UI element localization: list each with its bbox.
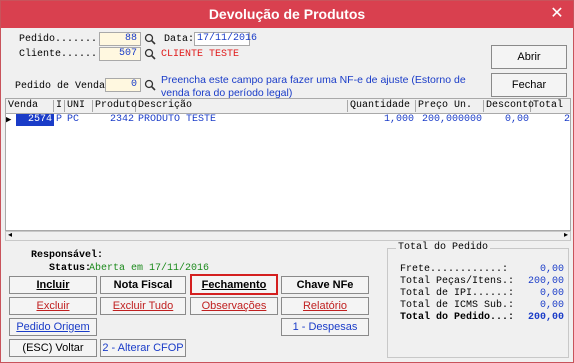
cell-preco[interactable]: 200,000000 <box>416 114 482 126</box>
cell-total[interactable]: 20 <box>531 114 570 126</box>
relatorio-button[interactable]: Relatório <box>281 297 369 315</box>
cell-quantidade[interactable]: 1,000 <box>348 114 414 126</box>
col-desconto[interactable]: Desconto <box>484 100 534 112</box>
nota-fiscal-button[interactable]: Nota Fiscal <box>100 276 186 294</box>
pedido-origem-button[interactable]: Pedido Origem <box>9 318 97 336</box>
horizontal-scrollbar[interactable]: ◂ ▸ <box>5 230 571 241</box>
despesas-button[interactable]: 1 - Despesas <box>281 318 369 336</box>
total-icms-value: 0,00 <box>539 300 564 311</box>
cliente-name: CLIENTE TESTE <box>161 49 240 60</box>
col-preco[interactable]: Preço Un. <box>416 100 484 112</box>
col-venda[interactable]: Venda <box>6 100 54 112</box>
total-pedido-label: Total do Pedido...: <box>400 312 515 323</box>
pedido-venda-label: Pedido de Venda: <box>15 81 112 92</box>
data-input[interactable]: 17/11/2016 <box>194 32 257 46</box>
table-row[interactable]: ▶ 2574 P PC 2342 PRODUTO TESTE 1,000 200… <box>6 114 570 126</box>
status-label: Status: <box>49 263 92 274</box>
grid-header: Venda I UNI Produto Descrição Quantidade… <box>6 99 570 114</box>
abrir-button[interactable]: Abrir <box>491 45 567 69</box>
items-grid[interactable]: Venda I UNI Produto Descrição Quantidade… <box>5 98 571 231</box>
incluir-button[interactable]: Incluir <box>9 276 97 294</box>
cell-i[interactable]: P <box>56 114 66 126</box>
col-descricao[interactable]: Descrição <box>136 100 348 112</box>
data-label: Data: <box>164 34 195 45</box>
voltar-button[interactable]: (ESC) Voltar <box>9 339 97 357</box>
total-pedido-box: Total do Pedido Frete............: 0,00 … <box>387 242 569 358</box>
pedido-input[interactable]: 88 <box>99 32 141 46</box>
total-pedido-title: Total do Pedido <box>396 242 491 253</box>
responsavel-label: Responsável: <box>31 250 104 261</box>
window-title: Devolução de Produtos <box>208 6 366 22</box>
status-value: Aberta em 17/11/2016 <box>89 263 210 274</box>
observacoes-button[interactable]: Observações <box>190 297 278 315</box>
chave-nfe-button[interactable]: Chave NFe <box>281 276 369 294</box>
cell-uni[interactable]: PC <box>67 114 93 126</box>
col-uni[interactable]: UNI <box>65 100 93 112</box>
title-bar: Devolução de Produtos ✕ <box>1 1 573 28</box>
col-produto[interactable]: Produto <box>93 100 137 112</box>
pedido-venda-input[interactable]: 0 <box>105 78 141 92</box>
total-icms-label: Total de ICMS Sub.: <box>400 300 515 311</box>
cell-desconto[interactable]: 0,00 <box>484 114 529 126</box>
search-icon[interactable] <box>144 79 156 91</box>
excluir-button[interactable]: Excluir <box>9 297 97 315</box>
col-i[interactable]: I <box>54 100 65 112</box>
total-pecas-label: Total Peças/Itens.: <box>400 276 515 287</box>
cliente-input[interactable]: 507 <box>99 47 141 61</box>
scroll-left-icon[interactable]: ◂ <box>8 230 12 239</box>
col-quantidade[interactable]: Quantidade <box>348 100 416 112</box>
frete-value: 0,00 <box>539 264 564 275</box>
excluir-tudo-button[interactable]: Excluir Tudo <box>100 297 186 315</box>
cliente-label: Cliente.......: <box>19 49 110 60</box>
alterar-cfop-button[interactable]: 2 - Alterar CFOP <box>100 339 186 357</box>
cell-venda[interactable]: 2574 <box>16 114 54 126</box>
frete-label: Frete............: <box>400 264 509 275</box>
devolucao-window: Devolução de Produtos ✕ Pedido........: … <box>0 0 574 363</box>
scroll-right-icon[interactable]: ▸ <box>564 230 568 239</box>
search-icon[interactable] <box>144 48 156 60</box>
fechar-button[interactable]: Fechar <box>491 73 567 97</box>
fechamento-button[interactable]: Fechamento <box>190 274 278 295</box>
total-ipi-label: Total de IPI......: <box>400 288 515 299</box>
col-total[interactable]: Total <box>531 100 570 112</box>
pedido-label: Pedido........: <box>19 34 110 45</box>
close-icon[interactable]: ✕ <box>547 4 567 24</box>
pedido-venda-hint: Preencha este campo para fazer uma NF-e … <box>161 74 466 99</box>
cell-descricao[interactable]: PRODUTO TESTE <box>138 114 348 126</box>
total-pedido-value: 200,00 <box>527 312 564 323</box>
total-ipi-value: 0,00 <box>539 288 564 299</box>
row-pointer-icon: ▶ <box>6 115 12 125</box>
total-pecas-value: 200,00 <box>527 276 564 287</box>
search-icon[interactable] <box>144 33 156 45</box>
cell-produto[interactable]: 2342 <box>93 114 134 126</box>
